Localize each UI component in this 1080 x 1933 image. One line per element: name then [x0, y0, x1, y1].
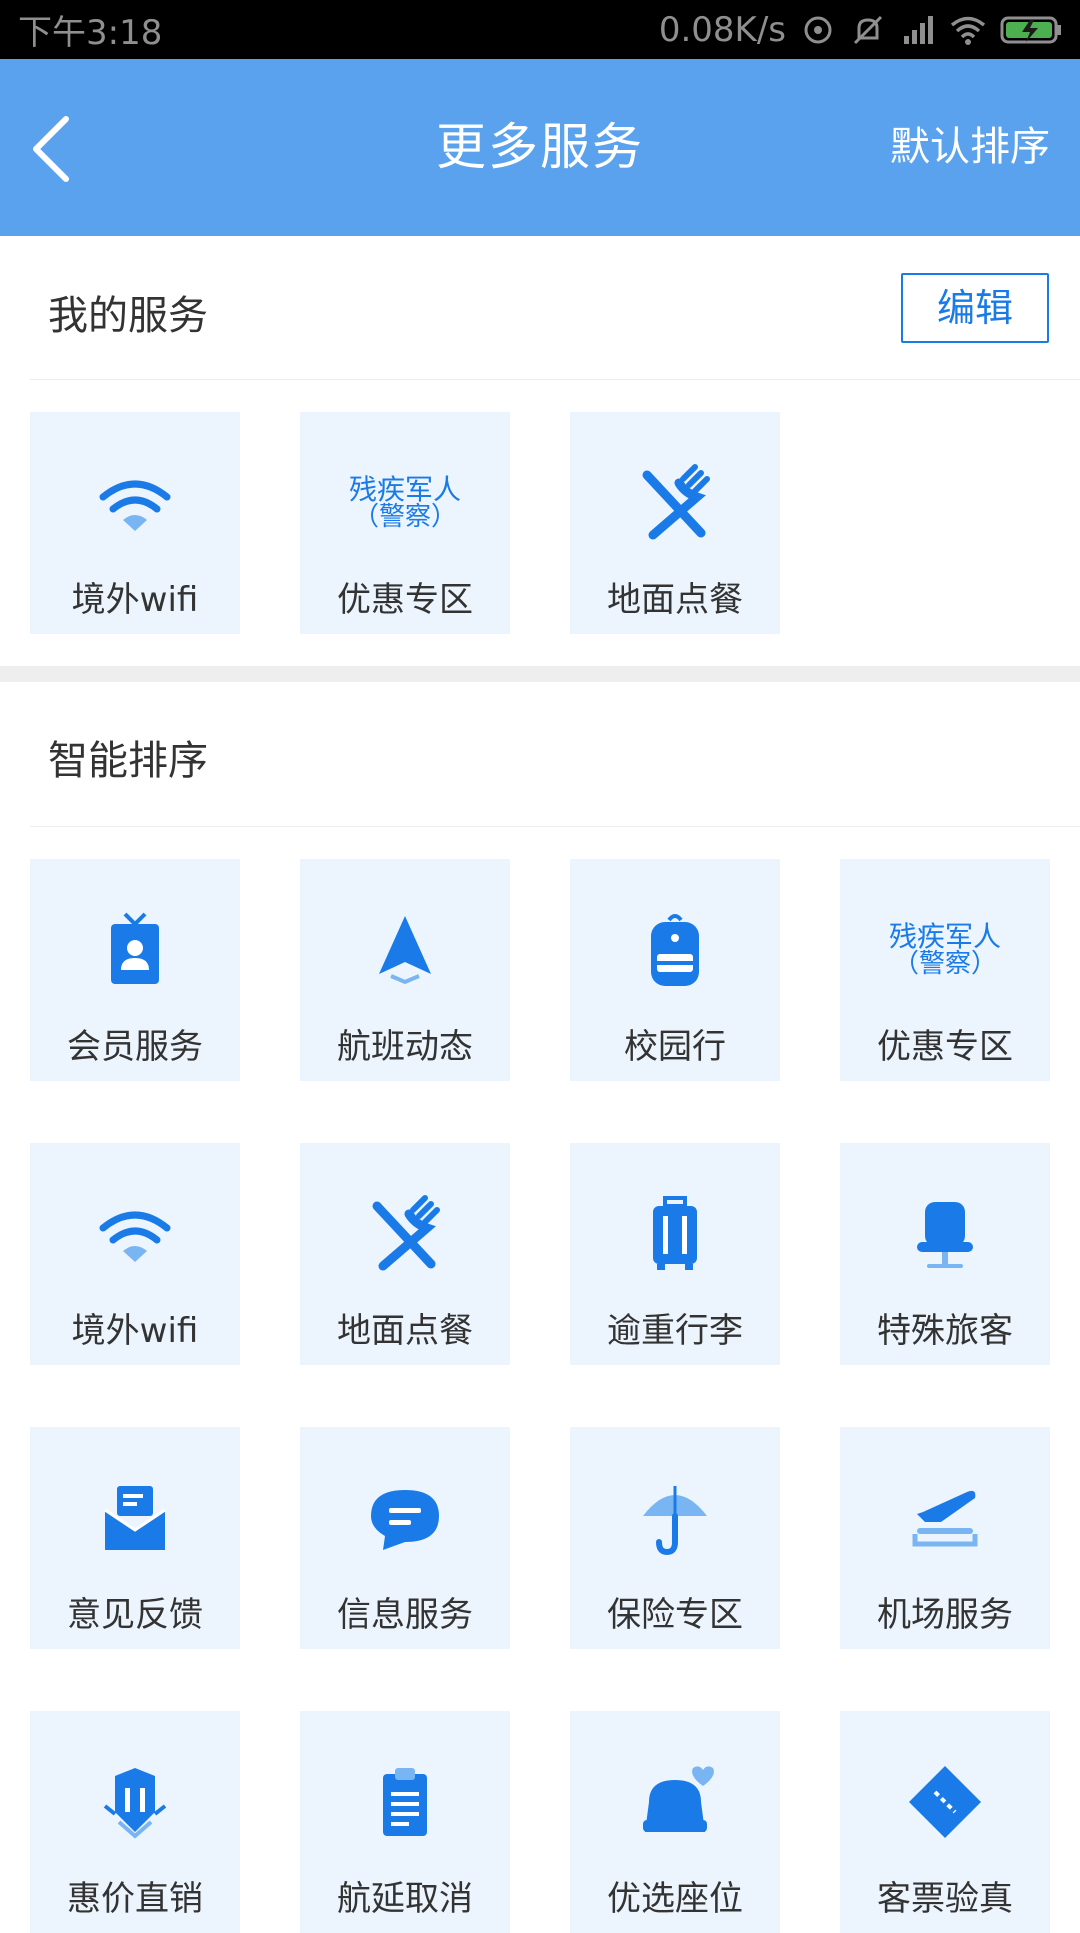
service-tile[interactable]: 优选座位: [570, 1711, 780, 1933]
wifi-icon: [30, 460, 240, 546]
my-services-title: 我的服务: [48, 293, 208, 339]
luggage-icon: [570, 1191, 780, 1277]
service-tile[interactable]: 意见反馈: [30, 1427, 240, 1649]
service-tile[interactable]: 航班动态: [300, 859, 510, 1081]
utensils-icon: [300, 1191, 510, 1277]
default-sort-button[interactable]: 默认排序: [890, 59, 1050, 236]
service-label: 逾重行李: [607, 1311, 743, 1351]
service-tile[interactable]: 地面点餐: [570, 412, 780, 634]
service-tile[interactable]: 会员服务: [30, 859, 240, 1081]
battery-charging-icon: [1000, 12, 1062, 48]
heart-seat-icon: [570, 1759, 780, 1845]
service-label: 优惠专区: [877, 1027, 1013, 1067]
service-tile[interactable]: 校园行: [570, 859, 780, 1081]
discount-text-icon: 残疾军人 （警察）: [888, 919, 1001, 980]
service-label: 地面点餐: [337, 1311, 473, 1351]
service-tile[interactable]: 地面点餐: [300, 1143, 510, 1365]
badge-icon: [30, 1759, 240, 1845]
status-bar: 下午3:18 0.08K/s: [0, 0, 1080, 59]
member-card-icon: [30, 907, 240, 993]
service-tile[interactable]: 境外wifi: [30, 1143, 240, 1365]
clipboard-icon: [300, 1759, 510, 1845]
service-tile[interactable]: 境外wifi: [30, 412, 240, 634]
divider: [30, 379, 1080, 380]
service-tile[interactable]: 残疾军人 （警察） 优惠专区: [840, 859, 1050, 1081]
ticket-icon: [840, 1759, 1050, 1845]
edit-button[interactable]: 编辑: [901, 273, 1049, 343]
service-label: 优惠专区: [337, 580, 473, 620]
service-label: 境外wifi: [71, 1311, 199, 1351]
wifi-icon: [30, 1191, 240, 1277]
service-label: 特殊旅客: [877, 1311, 1013, 1351]
airport-icon: [840, 1475, 1050, 1561]
signal-icon: [900, 12, 936, 48]
utensils-icon: [570, 460, 780, 546]
service-tile[interactable]: 残疾军人 （警察） 优惠专区: [300, 412, 510, 634]
app-header: 更多服务 默认排序: [0, 59, 1080, 236]
mail-icon: [30, 1475, 240, 1561]
chat-bubble-icon: [300, 1475, 510, 1561]
network-speed: 0.08K/s: [658, 9, 786, 50]
service-tile[interactable]: 保险专区: [570, 1427, 780, 1649]
mute-icon: [850, 12, 886, 48]
service-tile[interactable]: 机场服务: [840, 1427, 1050, 1649]
service-label: 惠价直销: [67, 1879, 203, 1919]
service-label: 客票验真: [877, 1879, 1013, 1919]
service-label: 机场服务: [877, 1595, 1013, 1635]
service-label: 航班动态: [337, 1027, 473, 1067]
divider: [30, 826, 1080, 827]
backpack-icon: [570, 907, 780, 993]
service-tile[interactable]: 客票验真: [840, 1711, 1050, 1933]
service-label: 会员服务: [67, 1027, 203, 1067]
service-label: 信息服务: [337, 1595, 473, 1635]
hotspot-icon: [800, 12, 836, 48]
service-label: 境外wifi: [71, 580, 199, 620]
service-label: 优选座位: [607, 1879, 743, 1919]
service-label: 保险专区: [607, 1595, 743, 1635]
seat-icon: [840, 1191, 1050, 1277]
service-tile[interactable]: 惠价直销: [30, 1711, 240, 1933]
umbrella-icon: [570, 1475, 780, 1561]
status-time: 下午3:18: [18, 13, 163, 53]
service-label: 校园行: [624, 1027, 726, 1067]
navigation-arrow-icon: [300, 907, 510, 993]
service-label: 航延取消: [337, 1879, 473, 1919]
service-tile[interactable]: 信息服务: [300, 1427, 510, 1649]
wifi-status-icon: [950, 12, 986, 48]
service-tile[interactable]: 航延取消: [300, 1711, 510, 1933]
section-gap: [0, 666, 1080, 682]
discount-text-icon: 残疾军人 （警察）: [348, 472, 461, 533]
status-icons: 0.08K/s: [659, 10, 1062, 50]
service-label: 意见反馈: [67, 1595, 203, 1635]
service-tile[interactable]: 逾重行李: [570, 1143, 780, 1365]
service-tile[interactable]: 特殊旅客: [840, 1143, 1050, 1365]
service-label: 地面点餐: [607, 580, 743, 620]
smart-sort-title: 智能排序: [48, 738, 208, 784]
